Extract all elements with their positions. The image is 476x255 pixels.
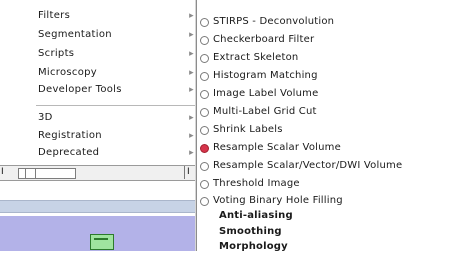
view-icon: [90, 234, 114, 250]
submenu-item-label: Voting Binary Hole Filling: [213, 195, 343, 206]
submenu-item[interactable]: Checkerboard Filter: [197, 32, 476, 48]
submenu-item[interactable]: STIRPS - Deconvolution: [197, 14, 476, 30]
chevron-right-icon: ▸: [189, 68, 194, 78]
submenu-item-selected[interactable]: Resample Scalar Volume: [197, 140, 476, 156]
submenu-category-smoothing[interactable]: Smoothing: [197, 224, 476, 240]
submenu-item[interactable]: Extract Skeleton: [197, 50, 476, 66]
menu-item-label: 3D: [38, 112, 53, 123]
chevron-right-icon: ▸: [189, 49, 194, 59]
ruler-end-label: I: [187, 167, 190, 177]
submenu-item[interactable]: Resample Scalar/Vector/DWI Volume: [197, 158, 476, 174]
menu-item-filters[interactable]: Filters ▸: [38, 8, 196, 24]
submenu-item-label: Morphology: [219, 241, 288, 252]
chevron-right-icon: ▸: [189, 85, 194, 95]
radio-icon: [200, 54, 209, 63]
radio-icon: [200, 72, 209, 81]
ruler-box[interactable]: [18, 168, 76, 179]
radio-icon: [200, 126, 209, 135]
submenu-item[interactable]: Histogram Matching: [197, 68, 476, 84]
submenu-item[interactable]: Threshold Image: [197, 176, 476, 192]
chevron-right-icon: ▸: [189, 131, 194, 141]
submenu-item-label: Checkerboard Filter: [213, 34, 315, 45]
submenu-item-label: Image Label Volume: [213, 88, 319, 99]
menu-item-deprecated[interactable]: Deprecated ▸: [38, 145, 196, 161]
menu-item-label: Filters: [38, 10, 71, 21]
menu-item-label: Registration: [38, 130, 102, 141]
submenu-item[interactable]: Voting Binary Hole Filling: [197, 193, 476, 209]
submenu-item-label: Multi-Label Grid Cut: [213, 106, 317, 117]
radio-icon: [200, 90, 209, 99]
parent-menu: Filters ▸ Segmentation ▸ Scripts ▸ Micro…: [0, 0, 198, 168]
menu-item-registration[interactable]: Registration ▸: [38, 128, 196, 144]
radio-icon: [200, 18, 209, 27]
submenu-item-label: Smoothing: [219, 226, 282, 237]
radio-icon: [200, 108, 209, 117]
slice-ruler[interactable]: I I: [0, 165, 196, 181]
ruler-label: I: [1, 167, 4, 177]
radio-selected-icon: [200, 144, 209, 153]
ruler-tick: [184, 166, 185, 179]
menu-item-label: Developer Tools: [38, 84, 122, 95]
view-thumbnail: [0, 216, 196, 251]
radio-icon: [200, 180, 209, 189]
menu-item-label: Deprecated: [38, 147, 100, 158]
menu-item-label: Segmentation: [38, 29, 112, 40]
chevron-right-icon: ▸: [189, 148, 194, 158]
radio-icon: [200, 36, 209, 45]
submenu-item[interactable]: Shrink Labels: [197, 122, 476, 138]
submenu-item[interactable]: Image Label Volume: [197, 86, 476, 102]
submenu-category-morphology[interactable]: Morphology: [197, 239, 476, 255]
submenu-item-label: Shrink Labels: [213, 124, 283, 135]
chevron-right-icon: ▸: [189, 30, 194, 40]
submenu-category-anti-aliasing[interactable]: Anti-aliasing: [197, 208, 476, 224]
radio-icon: [200, 162, 209, 171]
menu-item-label: Microscopy: [38, 67, 98, 78]
menu-item-microscopy[interactable]: Microscopy ▸: [38, 65, 196, 81]
filters-submenu: STIRPS - Deconvolution Checkerboard Filt…: [196, 0, 476, 252]
chevron-right-icon: ▸: [189, 11, 194, 21]
submenu-item-label: Resample Scalar/Vector/DWI Volume: [213, 160, 403, 171]
submenu-item-label: Threshold Image: [213, 178, 300, 189]
submenu-item-label: Extract Skeleton: [213, 52, 299, 63]
menu-item-developer-tools[interactable]: Developer Tools ▸: [38, 82, 196, 98]
submenu-item[interactable]: Multi-Label Grid Cut: [197, 104, 476, 120]
view-header-strip: [0, 200, 196, 213]
menu-item-3d[interactable]: 3D ▸: [38, 110, 196, 126]
chevron-right-icon: ▸: [189, 113, 194, 123]
menu-separator: [36, 105, 198, 106]
submenu-item-label: STIRPS - Deconvolution: [213, 16, 335, 27]
radio-icon: [200, 197, 209, 206]
menu-item-segmentation[interactable]: Segmentation ▸: [38, 27, 196, 43]
submenu-item-label: Histogram Matching: [213, 70, 318, 81]
submenu-item-label: Anti-aliasing: [219, 210, 293, 221]
submenu-item-label: Resample Scalar Volume: [213, 142, 341, 153]
menu-item-label: Scripts: [38, 48, 75, 59]
menu-item-scripts[interactable]: Scripts ▸: [38, 46, 196, 62]
